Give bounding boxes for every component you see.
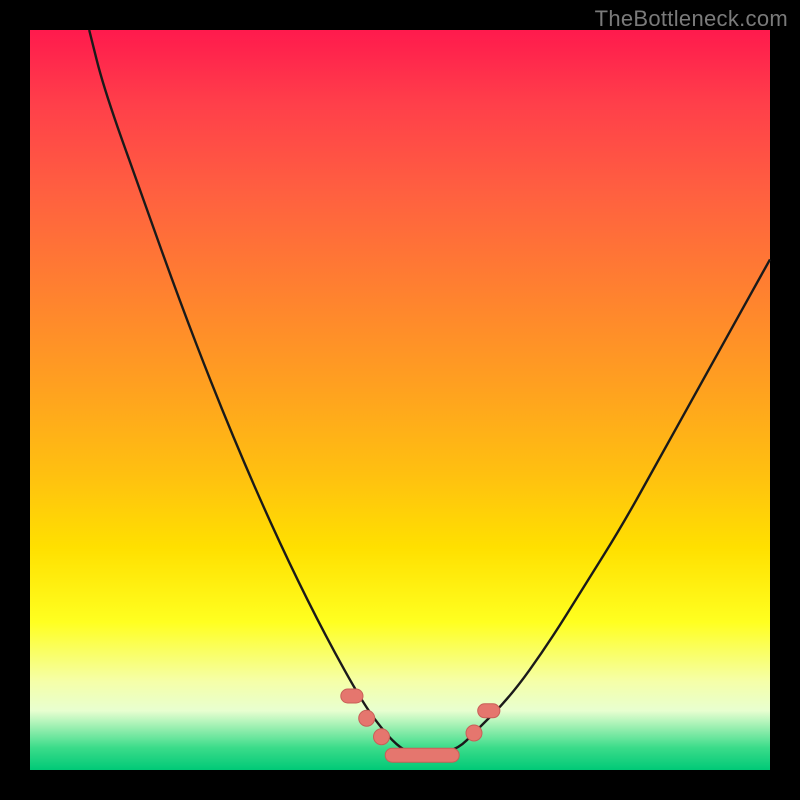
bottleneck-curve: [89, 30, 770, 755]
chart-frame: TheBottleneck.com: [0, 0, 800, 800]
curve-marker: [385, 748, 459, 762]
curve-marker: [341, 689, 363, 703]
curve-layer: [30, 30, 770, 770]
marker-group: [341, 689, 500, 762]
watermark-text: TheBottleneck.com: [595, 6, 788, 32]
curve-marker: [374, 729, 390, 745]
curve-marker: [466, 725, 482, 741]
plot-area: [30, 30, 770, 770]
curve-marker: [359, 710, 375, 726]
curve-marker: [478, 704, 500, 718]
